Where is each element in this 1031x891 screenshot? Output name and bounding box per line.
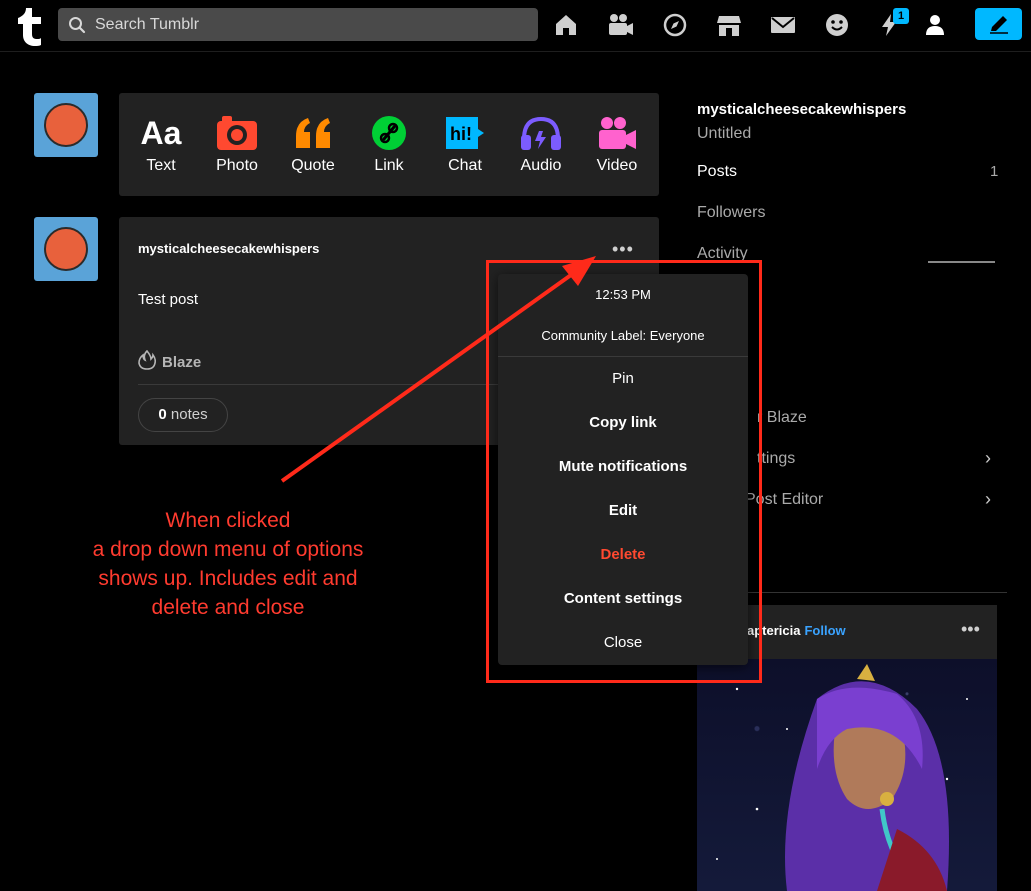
shop-icon[interactable] <box>716 12 742 38</box>
link-post-label: Link <box>374 157 404 174</box>
notes-count: 0 <box>158 406 167 423</box>
activity-sparkline <box>928 261 995 263</box>
video-camera-icon <box>599 117 636 149</box>
search-input[interactable]: Search Tumblr <box>58 8 538 41</box>
annotation-line: shows up. Includes edit and <box>98 567 358 590</box>
video-camera-icon[interactable] <box>606 12 633 38</box>
activity-badge: 1 <box>893 8 909 24</box>
audio-post-button[interactable]: Audio <box>503 111 579 181</box>
photo-post-label: Photo <box>216 157 258 174</box>
pencil-icon <box>990 16 1008 34</box>
link-icon <box>372 116 406 150</box>
quote-icon <box>296 118 330 148</box>
home-icon[interactable] <box>553 12 579 38</box>
annotation-line: When clicked <box>165 509 291 532</box>
smiley-icon[interactable] <box>824 12 850 38</box>
follow-button[interactable]: Follow <box>804 623 845 638</box>
chat-post-label: Chat <box>448 157 482 174</box>
link-post-button[interactable]: Link <box>351 111 427 181</box>
top-bar: Search Tumblr 1 <box>0 0 1031 52</box>
text-post-button[interactable]: Aa Text <box>123 111 199 181</box>
post-body: Test post <box>138 291 199 308</box>
post-avatar[interactable] <box>34 217 98 281</box>
tumblr-logo-icon[interactable] <box>14 6 48 46</box>
avatar[interactable] <box>34 93 98 157</box>
compose-button[interactable] <box>975 8 1022 40</box>
annotation-highlight-box <box>486 260 762 683</box>
notes-label: notes <box>170 406 208 423</box>
quote-post-label: Quote <box>291 157 335 174</box>
blog-title: Untitled <box>697 125 752 142</box>
posts-count: 1 <box>990 163 999 180</box>
search-placeholder: Search Tumblr <box>95 16 200 33</box>
blaze-button[interactable]: Blaze <box>138 349 202 371</box>
annotation-line: delete and close <box>151 596 305 619</box>
chat-post-button[interactable]: hi! Chat <box>427 111 503 181</box>
text-icon: Aa <box>140 114 182 151</box>
annotation-line: a drop down menu of options <box>92 538 364 561</box>
chevron-right-icon[interactable]: › <box>985 448 991 469</box>
video-post-label: Video <box>596 157 638 174</box>
user-icon[interactable] <box>922 12 948 38</box>
sidebar-item-posts[interactable]: Posts <box>697 163 737 181</box>
annotation-text: When clicked a drop down menu of options… <box>60 506 396 622</box>
search-icon <box>69 17 86 34</box>
blog-name[interactable]: mysticalcheesecakewhispers <box>697 101 906 118</box>
more-options-icon[interactable]: ••• <box>612 239 634 260</box>
sidebar-item-settings[interactable]: ttings <box>757 450 795 468</box>
notes-button[interactable]: 0 notes <box>138 398 228 432</box>
audio-post-label: Audio <box>520 157 562 174</box>
video-post-button[interactable]: Video <box>579 111 655 181</box>
compass-icon[interactable] <box>662 12 688 38</box>
more-options-icon[interactable]: ••• <box>961 619 980 640</box>
blaze-label: Blaze <box>162 354 202 371</box>
chevron-right-icon[interactable]: › <box>985 489 991 510</box>
quote-post-button[interactable]: Quote <box>275 111 351 181</box>
mail-icon[interactable] <box>770 12 796 38</box>
artwork-image[interactable] <box>697 659 997 891</box>
svg-text:hi!: hi! <box>450 124 472 144</box>
sidebar-item-blaze[interactable]: r Blaze <box>757 409 807 427</box>
camera-icon <box>217 116 257 150</box>
photo-post-button[interactable]: Photo <box>199 111 275 181</box>
post-type-bar: Aa Text Photo Quote Link hi! Chat Audio … <box>119 93 659 196</box>
post-username[interactable]: mysticalcheesecakewhispers <box>138 241 319 256</box>
text-post-label: Text <box>146 157 176 174</box>
sidebar-item-followers[interactable]: Followers <box>697 204 765 222</box>
chat-icon: hi! <box>446 117 484 149</box>
headphones-icon <box>521 116 561 150</box>
flame-icon <box>138 349 157 370</box>
